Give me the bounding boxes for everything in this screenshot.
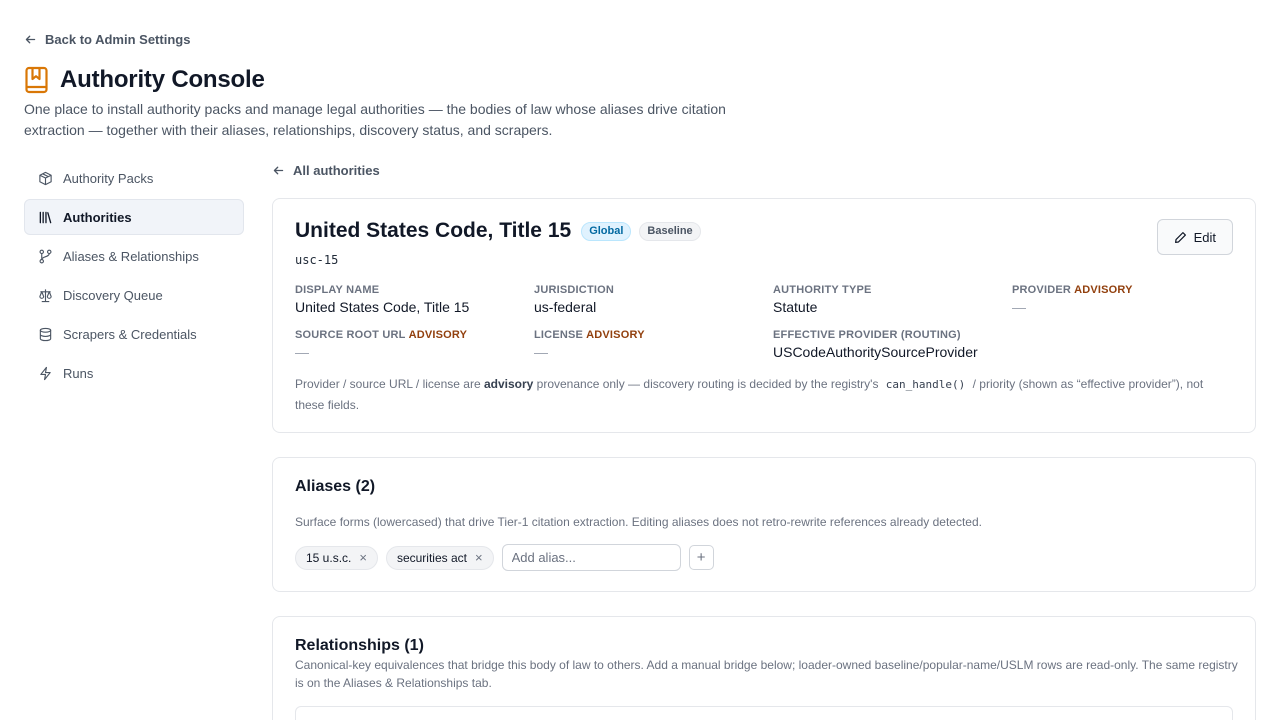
aliases-title: Aliases (2) — [295, 478, 376, 495]
branch-icon — [39, 249, 52, 263]
sidebar-item-scrapers-credentials[interactable]: Scrapers & Credentials — [24, 316, 244, 352]
edit-button-label: Edit — [1193, 229, 1216, 245]
field-value: Statute — [773, 299, 818, 315]
sidebar-item-label: Scrapers & Credentials — [63, 326, 197, 342]
field-label: Authority type — [773, 284, 872, 296]
package-icon — [39, 171, 52, 185]
sidebar-item-label: Discovery Queue — [63, 287, 163, 303]
field-label-text: License — [534, 329, 584, 341]
authority-header: United States Code, Title 15 Global Base… — [295, 219, 701, 243]
add-alias-button[interactable]: + — [688, 545, 714, 570]
global-badge: Global — [581, 221, 632, 241]
field-value: — — [295, 344, 309, 360]
field-value: — — [534, 344, 548, 360]
advisory-tag: ADVISORY — [586, 329, 645, 341]
note-middle: provenance only — discovery routing is d… — [533, 377, 882, 391]
field-label: License ADVISORY — [534, 329, 764, 341]
all-authorities-link[interactable]: All authorities — [272, 160, 1256, 180]
sidebar-nav: Authority Packs Authorities Aliases & Re… — [24, 160, 244, 394]
sidebar-item-label: Aliases & Relationships — [63, 248, 199, 264]
field-label-text: Source root URL — [295, 329, 406, 341]
alias-chip: securities act × — [385, 545, 494, 570]
sidebar-item-authorities[interactable]: Authorities — [24, 199, 244, 235]
remove-alias-icon[interactable]: × — [475, 551, 483, 564]
field-label: Display name — [295, 284, 380, 296]
note-bold: advisory — [483, 377, 534, 391]
note-prefix: Provider / source URL / license are — [295, 377, 484, 391]
field-label-text: Provider — [1012, 284, 1072, 296]
aliases-description: Surface forms (lowercased) that drive Ti… — [295, 515, 982, 529]
field-label: Provider ADVISORY — [1012, 284, 1242, 296]
field-source-root-url: Source root URL ADVISORY — — [295, 329, 525, 360]
pencil-icon — [1174, 231, 1186, 243]
sidebar-item-label: Authority Packs — [63, 170, 154, 186]
authority-details-card: United States Code, Title 15 Global Base… — [272, 198, 1256, 433]
field-value: — — [1012, 299, 1026, 315]
relationships-description: Canonical-key equivalences that bridge t… — [295, 658, 1238, 690]
field-value: United States Code, Title 15 — [295, 299, 470, 315]
scale-icon — [39, 288, 52, 302]
advisory-note: Provider / source URL / license are advi… — [295, 374, 1235, 415]
advisory-tag: ADVISORY — [408, 329, 468, 341]
sidebar-item-label: Runs — [63, 365, 94, 381]
field-label: Effective provider (routing) — [773, 329, 961, 341]
sidebar-item-discovery-queue[interactable]: Discovery Queue — [24, 277, 244, 313]
back-to-admin-link[interactable]: Back to Admin Settings — [24, 32, 190, 47]
page-description: One place to install authority packs and… — [24, 101, 726, 138]
field-label: Source root URL ADVISORY — [295, 329, 525, 341]
main-content: All authorities — [272, 160, 1256, 180]
field-authority-type: Authority type Statute — [773, 284, 1003, 315]
relationships-table — [295, 706, 1233, 720]
field-display-name: Display name United States Code, Title 1… — [295, 284, 525, 315]
alias-list: 15 u.s.c. × securities act × + — [295, 544, 714, 571]
back-link-label: Back to Admin Settings — [45, 32, 191, 47]
field-value: us-federal — [534, 299, 597, 315]
lightning-icon — [40, 366, 51, 380]
library-icon — [39, 211, 52, 223]
alias-chip: 15 u.s.c. × — [295, 545, 378, 570]
authority-key: usc-15 — [295, 253, 339, 267]
field-label: Jurisdiction — [534, 284, 615, 296]
all-authorities-label: All authorities — [293, 162, 380, 178]
add-alias-input[interactable] — [501, 544, 681, 571]
sidebar-item-label: Authorities — [63, 209, 132, 225]
sidebar-item-authority-packs[interactable]: Authority Packs — [24, 160, 244, 196]
relationships-title: Relationships (1) — [295, 637, 424, 654]
field-value: USCodeAuthoritySourceProvider — [773, 344, 978, 360]
note-code: can_handle() — [885, 378, 966, 391]
remove-alias-icon[interactable]: × — [359, 551, 367, 564]
arrow-left-icon — [25, 35, 36, 44]
sidebar-item-aliases-relationships[interactable]: Aliases & Relationships — [24, 238, 244, 274]
field-jurisdiction: Jurisdiction us-federal — [534, 284, 764, 315]
sidebar-item-runs[interactable]: Runs — [24, 355, 244, 391]
authority-title: United States Code, Title 15 — [295, 219, 572, 242]
field-effective-provider: Effective provider (routing) USCodeAutho… — [773, 329, 1073, 360]
advisory-tag: ADVISORY — [1074, 284, 1133, 296]
field-license: License ADVISORY — — [534, 329, 764, 360]
edit-button[interactable]: Edit — [1156, 219, 1233, 255]
page-title: Authority Console — [60, 66, 265, 93]
baseline-badge: Baseline — [639, 221, 701, 241]
relationships-card: Relationships (1) Canonical-key equivale… — [272, 616, 1256, 720]
aliases-card: Aliases (2) Surface forms (lowercased) t… — [272, 457, 1256, 592]
arrow-left-icon — [273, 166, 284, 174]
page-header: Authority Console — [24, 66, 265, 94]
field-provider: Provider ADVISORY — — [1012, 284, 1242, 315]
database-icon — [39, 327, 52, 341]
alias-text: 15 u.s.c. — [306, 550, 352, 565]
bookmark-book-icon — [25, 66, 48, 94]
alias-text: securities act — [396, 550, 467, 565]
